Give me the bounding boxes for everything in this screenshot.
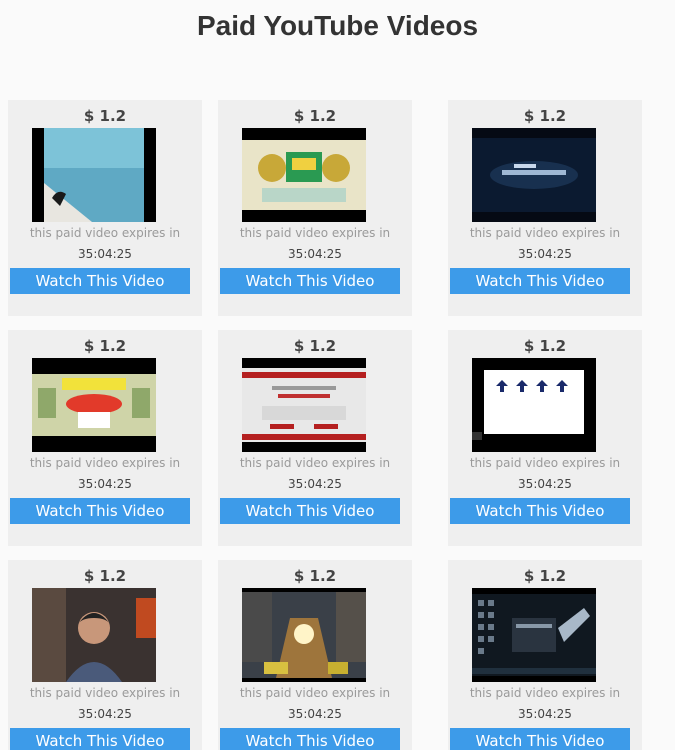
dark-title-icon [472, 128, 596, 222]
video-thumbnail[interactable] [472, 588, 596, 682]
video-card: $ 1.2 this paid video expires in 35:04:2… [8, 330, 202, 546]
watch-video-button[interactable]: Watch This Video [10, 728, 190, 750]
expires-label: this paid video expires in [239, 456, 391, 470]
watch-video-button[interactable]: Watch This Video [450, 498, 630, 524]
video-price: $ 1.2 [293, 337, 337, 355]
video-price: $ 1.2 [523, 107, 567, 125]
watch-video-button[interactable]: Watch This Video [450, 728, 630, 750]
video-thumbnail[interactable] [242, 128, 366, 222]
video-price: $ 1.2 [293, 567, 337, 585]
slide-icon [472, 358, 596, 452]
page-title: Paid YouTube Videos [196, 10, 479, 41]
collage-icon [32, 358, 156, 452]
video-thumbnail[interactable] [32, 128, 156, 222]
expires-label: this paid video expires in [239, 226, 391, 240]
expires-label: this paid video expires in [469, 686, 621, 700]
video-price: $ 1.2 [83, 337, 127, 355]
video-card: $ 1.2 this paid video expires in 35:04:2… [218, 560, 412, 750]
video-thumbnail[interactable] [32, 588, 156, 682]
video-thumbnail[interactable] [242, 588, 366, 682]
video-card: $ 1.2 this paid video expires in 35:04:2… [448, 100, 642, 316]
video-card: $ 1.2 this paid video expires in 35:04:2… [448, 560, 642, 750]
video-thumbnail[interactable] [242, 358, 366, 452]
countdown-timer: 35:04:25 [518, 707, 572, 721]
webpage-icon [242, 358, 366, 452]
countdown-timer: 35:04:25 [78, 477, 132, 491]
countdown-timer: 35:04:25 [288, 247, 342, 261]
video-price: $ 1.2 [293, 107, 337, 125]
watch-video-button[interactable]: Watch This Video [10, 268, 190, 294]
expires-label: this paid video expires in [29, 456, 181, 470]
video-thumbnail[interactable] [32, 358, 156, 452]
watch-video-button[interactable]: Watch This Video [220, 728, 400, 750]
watch-video-button[interactable]: Watch This Video [220, 498, 400, 524]
expires-label: this paid video expires in [29, 226, 181, 240]
countdown-timer: 35:04:25 [78, 247, 132, 261]
person-icon [32, 588, 156, 682]
video-thumbnail[interactable] [472, 358, 596, 452]
video-card: $ 1.2 this paid video expires in 35:04:2… [218, 100, 412, 316]
watch-video-button[interactable]: Watch This Video [220, 268, 400, 294]
video-card: $ 1.2 this paid video expires in 35:04:2… [448, 330, 642, 546]
expires-label: this paid video expires in [469, 226, 621, 240]
expires-label: this paid video expires in [239, 686, 391, 700]
countdown-timer: 35:04:25 [518, 477, 572, 491]
expires-label: this paid video expires in [29, 686, 181, 700]
countdown-timer: 35:04:25 [78, 707, 132, 721]
video-price: $ 1.2 [83, 107, 127, 125]
video-card: $ 1.2 this paid video expires in 35:04:2… [218, 330, 412, 546]
street-icon [242, 588, 366, 682]
video-price: $ 1.2 [523, 337, 567, 355]
video-card: $ 1.2 this paid video expires in 35:04:2… [8, 100, 202, 316]
video-price: $ 1.2 [523, 567, 567, 585]
watch-video-button[interactable]: Watch This Video [450, 268, 630, 294]
video-price: $ 1.2 [83, 567, 127, 585]
countdown-timer: 35:04:25 [518, 247, 572, 261]
countdown-timer: 35:04:25 [288, 707, 342, 721]
watch-video-button[interactable]: Watch This Video [10, 498, 190, 524]
expires-label: this paid video expires in [469, 456, 621, 470]
countdown-timer: 35:04:25 [288, 477, 342, 491]
page: Paid YouTube Videos $ 1.2 this paid vide… [0, 0, 675, 750]
pool-icon [32, 128, 156, 222]
video-card: $ 1.2 this paid video expires in 35:04:2… [8, 560, 202, 750]
banner-icon [242, 128, 366, 222]
desktop-icon [472, 588, 596, 682]
video-thumbnail[interactable] [472, 128, 596, 222]
